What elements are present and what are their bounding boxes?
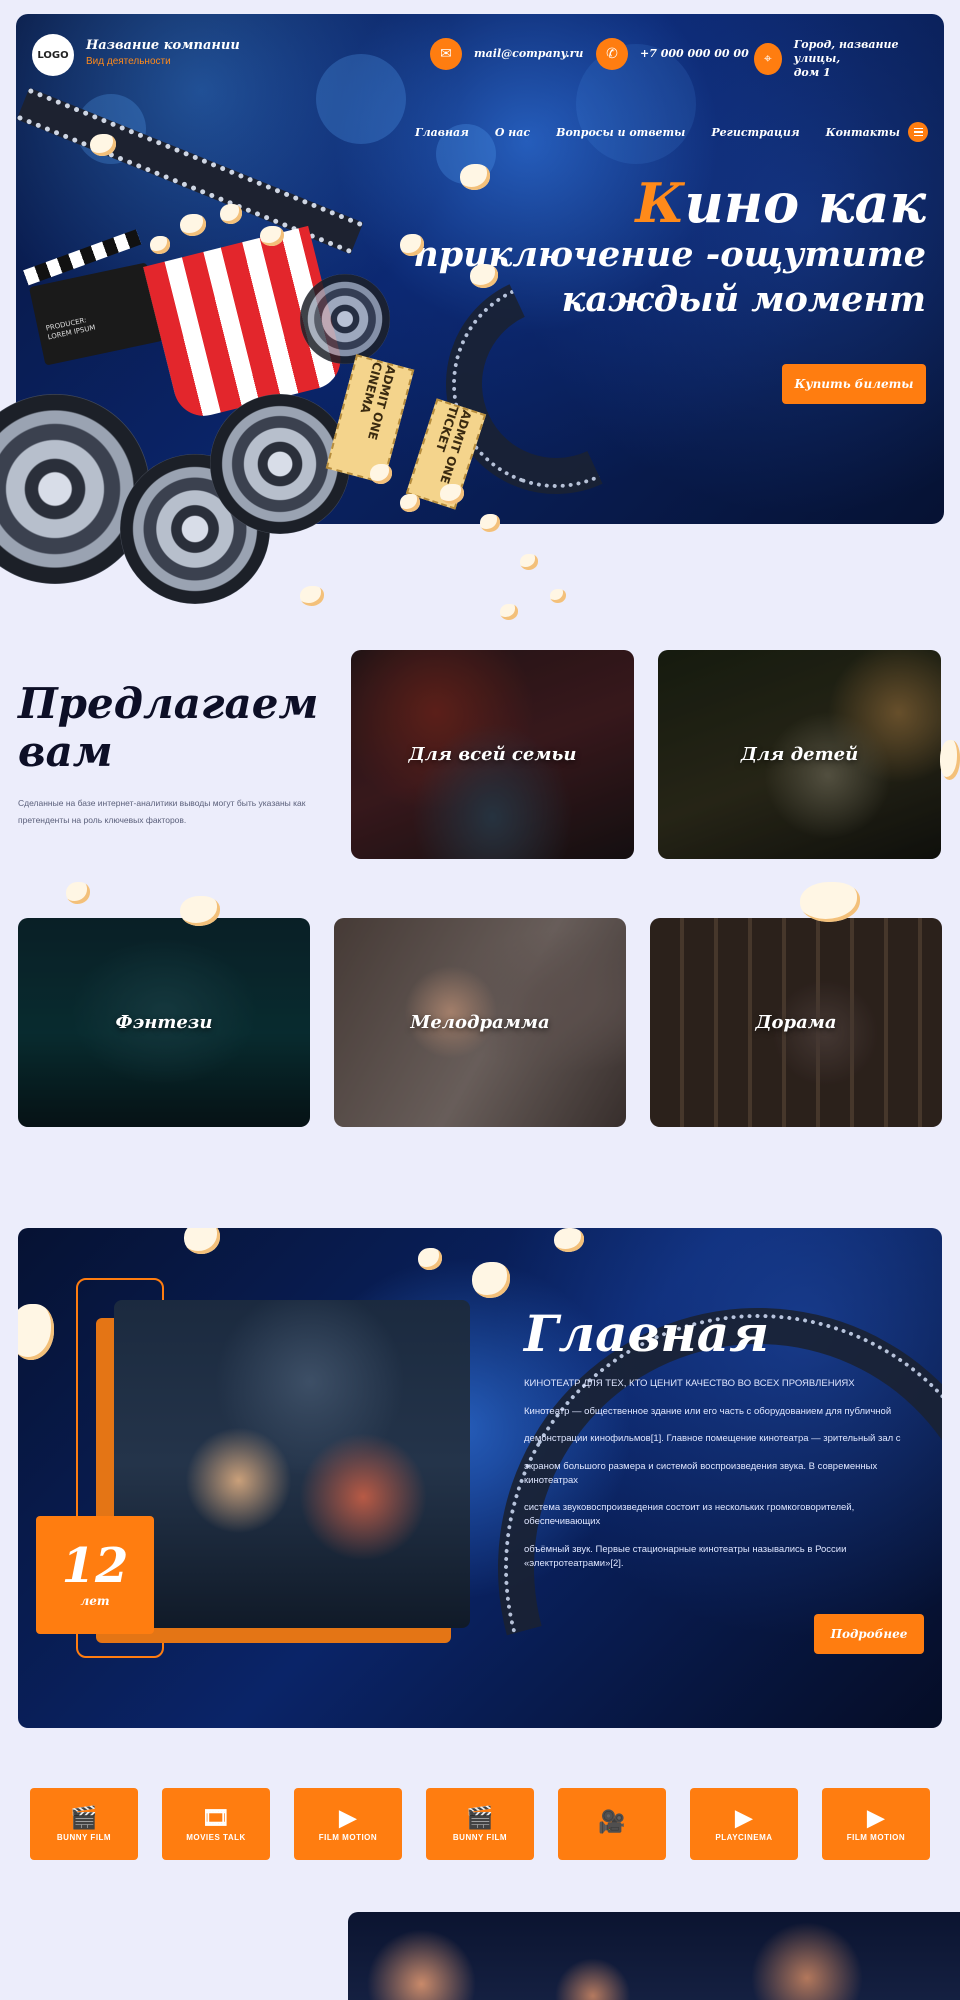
about-title: Главная [524, 1304, 769, 1363]
years-badge: 12 лет [36, 1516, 154, 1634]
offers-title-line-2: вам [18, 727, 113, 777]
partner-logo[interactable]: ▶ FILM MOTION [822, 1788, 930, 1860]
address-text: Город, название улицы, дом 1 [794, 38, 928, 79]
hero-banner: LOGO Название компании Вид деятельности … [16, 14, 944, 524]
about-paragraph: Кинотеатр — общественное здание или его … [524, 1406, 892, 1417]
nav-about[interactable]: О нас [495, 126, 530, 139]
about-paragraph: демонстрации кинофильмов[1]. Главное пом… [524, 1433, 901, 1445]
nav-register[interactable]: Регистрация [711, 126, 799, 139]
card-family[interactable]: Для всей семьи [351, 650, 634, 859]
film-camera-icon: 🎥 [598, 1809, 626, 1834]
bokeh-light [76, 94, 146, 164]
card-label: Дорама [755, 1012, 837, 1033]
card-dorama[interactable]: Дорама [650, 918, 942, 1127]
about-text: Кинотеатр для тех, кто ценит качество во… [524, 1378, 920, 1584]
address-contact: ⌖ Город, название улицы, дом 1 [754, 38, 928, 79]
partner-logo[interactable]: 🎥 [558, 1788, 666, 1860]
popcorn-kernel [940, 740, 960, 780]
popcorn-kernel [300, 586, 324, 606]
menu-icon[interactable] [908, 122, 928, 142]
address-line-2: дом 1 [793, 65, 831, 79]
email-contact[interactable]: ✉ mail@company.ru [430, 38, 583, 70]
clapperboard-icon: 🎬 [466, 1804, 494, 1830]
partner-name: MOVIES TALK [186, 1832, 246, 1842]
nav-home[interactable]: Главная [415, 126, 469, 139]
mail-icon: ✉ [430, 38, 462, 70]
main-nav: Главная О нас Вопросы и ответы Регистрац… [389, 122, 928, 142]
play-strip-icon: ▶ [735, 1804, 753, 1830]
address-line-1: Город, название улицы, [793, 38, 899, 65]
phone-icon: ✆ [596, 38, 628, 70]
about-section: 12 лет Главная Кинотеатр для тех, кто це… [18, 1228, 942, 1728]
years-unit: лет [80, 1594, 110, 1608]
popcorn-kernel [554, 1228, 584, 1252]
offers-description: Сделанные на базе интернет-аналитики выв… [18, 798, 306, 825]
popcorn-kernel [520, 554, 538, 570]
about-caps-line: Кинотеатр для тех, кто ценит качество во… [524, 1378, 855, 1389]
about-paragraph: система звуковоспроизведения состоит из … [524, 1502, 855, 1528]
hero-title-line-1: ино как [684, 171, 926, 235]
about-paragraph: экраном большого размера и системой восп… [524, 1460, 878, 1486]
partner-logo[interactable]: 🎬 BUNNY FILM [30, 1788, 138, 1860]
clapperboard-icon: 🎬 [70, 1804, 98, 1830]
offers-title: Предлагаем вам [18, 679, 319, 777]
film-frame-icon: 🎞 [201, 1804, 231, 1830]
play-strip-icon: ▶ [339, 1804, 357, 1830]
partner-name: BUNNY FILM [56, 1832, 112, 1842]
hero-title: Кино как приключение -ощутите каждый мом… [406, 171, 926, 322]
offers-title-line-1: Предлагаем [18, 679, 319, 728]
card-fantasy[interactable]: Фэнтези [18, 918, 310, 1127]
popcorn-kernel [66, 882, 90, 904]
more-button[interactable]: Подробнее [814, 1614, 924, 1654]
hero-title-line-2: приключение -ощутите [413, 234, 926, 276]
site-header: LOGO Название компании Вид деятельности … [32, 34, 928, 79]
years-number: 12 [61, 1538, 129, 1594]
card-kids[interactable]: Для детей [658, 650, 941, 859]
nav-contacts[interactable]: Контакты [826, 126, 900, 139]
partners-row: 🎬 BUNNY FILM 🎞 MOVIES TALK ▶ FILM MOTION… [30, 1788, 930, 1860]
card-label: Для детей [740, 744, 859, 765]
company-name: Название компании [86, 38, 240, 53]
partner-name: FILM MOTION [318, 1832, 378, 1842]
buy-tickets-button[interactable]: Купить билеты [782, 364, 926, 404]
popcorn-kernel [418, 1248, 442, 1270]
partner-logo[interactable]: 🎞 MOVIES TALK [162, 1788, 270, 1860]
company-activity: Вид деятельности [86, 56, 171, 67]
email-text[interactable]: mail@company.ru [474, 47, 583, 61]
about-paragraph: объёмный звук. Первые стационарные кинот… [524, 1543, 847, 1569]
popcorn-kernel [18, 1304, 54, 1360]
popcorn-kernel [500, 604, 518, 620]
audience-photo [114, 1300, 470, 1628]
hero-title-line-3: каждый момент [561, 278, 926, 320]
popcorn-kernel [550, 589, 566, 603]
company-block: Название компании Вид деятельности [86, 38, 240, 67]
card-label: Мелодрамма [410, 1012, 550, 1033]
partner-logo[interactable]: 🎬 BUNNY FILM [426, 1788, 534, 1860]
partner-name: FILM MOTION [846, 1832, 906, 1842]
phone-contact[interactable]: ✆ +7 000 000 00 00 [596, 38, 749, 70]
card-label: Для всей семьи [408, 744, 577, 765]
popcorn-kernel [800, 882, 860, 922]
play-strip-icon: ▶ [867, 1804, 885, 1830]
partner-logo[interactable]: ▶ FILM MOTION [294, 1788, 402, 1860]
partner-name: BUNNY FILM [452, 1832, 508, 1842]
popcorn-kernel [184, 1228, 220, 1254]
location-icon: ⌖ [754, 42, 782, 75]
partner-logo[interactable]: ▶ PLAYCINEMA [690, 1788, 798, 1860]
logo[interactable]: LOGO [32, 34, 74, 76]
audience-teaser-photo [348, 1912, 960, 2000]
popcorn-kernel [472, 1262, 510, 1298]
partner-name: PLAYCINEMA [715, 1832, 773, 1842]
card-label: Фэнтези [115, 1012, 213, 1033]
nav-faq[interactable]: Вопросы и ответы [556, 126, 685, 139]
hero-title-accent: К [635, 171, 685, 235]
phone-text[interactable]: +7 000 000 00 00 [640, 47, 749, 61]
card-melodrama[interactable]: Мелодрамма [334, 918, 626, 1127]
